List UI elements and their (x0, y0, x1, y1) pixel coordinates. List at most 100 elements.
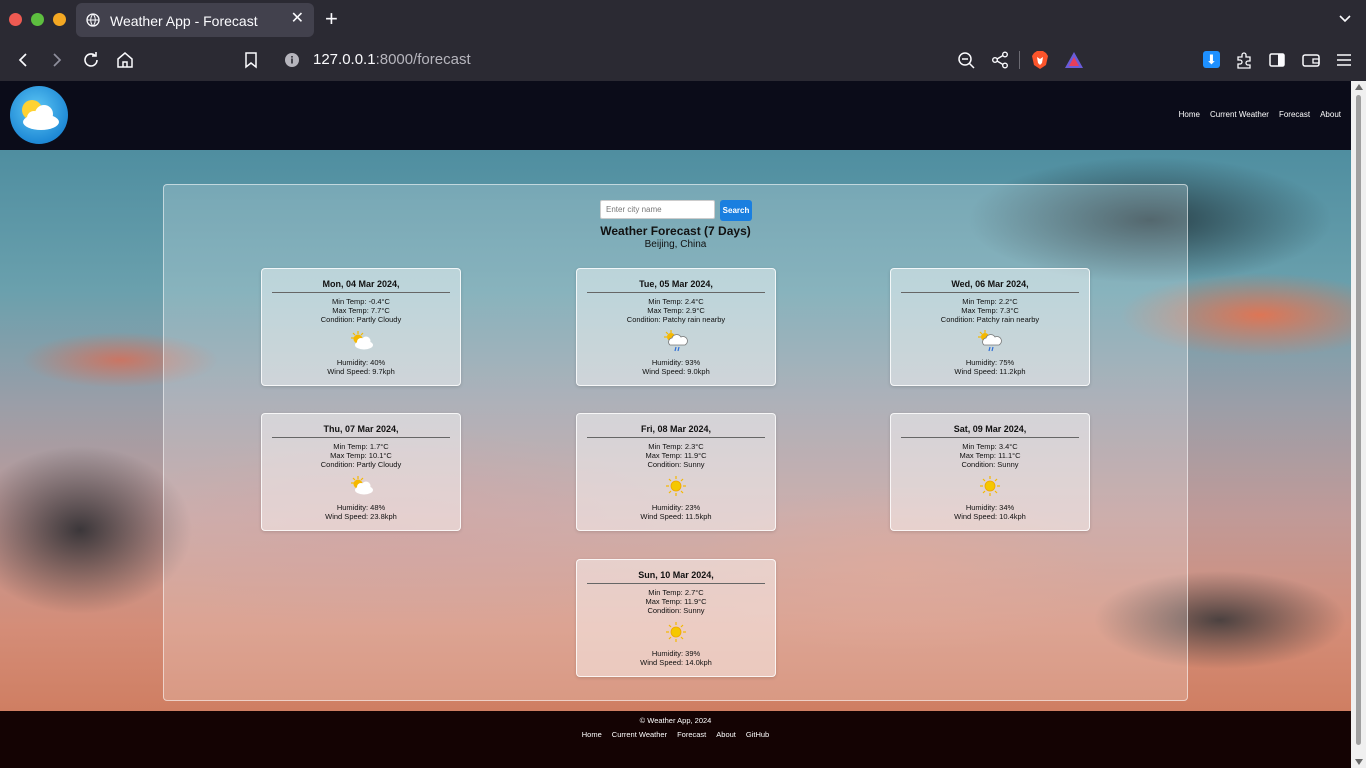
url-path: :8000/forecast (375, 51, 471, 68)
sun-cloud-icon (22, 100, 59, 130)
card-wind-speed: Wind Speed: 14.0kph (640, 658, 712, 667)
card-date: Mon, 04 Mar 2024, (272, 279, 450, 293)
url-host: 127.0.0.1 (313, 51, 376, 68)
partly-cloudy-icon (351, 476, 373, 495)
footer-links: Home Current Weather Forecast About GitH… (0, 730, 1351, 739)
nav-current-weather-link[interactable]: Current Weather (1210, 110, 1269, 119)
toolbar-divider (1019, 51, 1020, 69)
zoom-out-icon[interactable] (956, 50, 976, 70)
menu-icon[interactable] (1334, 50, 1354, 70)
forecast-panel: Search Weather Forecast (7 Days) Beijing… (163, 184, 1188, 701)
footer-github-link[interactable]: GitHub (746, 730, 769, 739)
forecast-card: Fri, 08 Mar 2024, Min Temp: 2.3°C Max Temp… (576, 413, 776, 531)
card-min-temp: Min Temp: 1.7°C (333, 442, 389, 451)
tab-close-icon[interactable]: ✕ (291, 11, 304, 27)
card-date: Fri, 08 Mar 2024, (587, 424, 765, 438)
footer-current-weather-link[interactable]: Current Weather (612, 730, 667, 739)
extensions-icon[interactable] (1234, 50, 1254, 70)
card-max-temp: Max Temp: 7.3°C (961, 306, 1019, 315)
browser-tab-bar: Weather App - Forecast ✕ + (0, 0, 1366, 40)
forecast-location: Beijing, China (644, 239, 707, 250)
card-wind-speed: Wind Speed: 9.0kph (642, 367, 710, 376)
window-close-button[interactable] (9, 13, 22, 26)
download-icon[interactable]: ⬇ (1203, 51, 1220, 68)
card-min-temp: Min Temp: 2.4°C (648, 297, 704, 306)
card-condition: Condition: Sunny (647, 460, 705, 469)
site-footer: © Weather App, 2024 Home Current Weather… (0, 711, 1351, 768)
window-maximize-button[interactable] (31, 13, 44, 26)
new-tab-button[interactable]: + (325, 8, 338, 30)
card-humidity: Humidity: 40% (336, 358, 386, 367)
card-condition: Condition: Patchy rain nearby (940, 315, 1040, 324)
forecast-title: Weather Forecast (7 Days) (600, 224, 751, 238)
wallet-icon[interactable] (1301, 50, 1321, 70)
card-condition: Condition: Partly Cloudy (320, 460, 402, 469)
card-condition: Condition: Partly Cloudy (320, 315, 402, 324)
sky-background: Search Weather Forecast (7 Days) Beijing… (0, 150, 1351, 711)
card-humidity: Humidity: 39% (651, 649, 701, 658)
card-date: Sun, 10 Mar 2024, (587, 570, 765, 584)
card-wind-speed: Wind Speed: 11.2kph (954, 367, 1026, 376)
card-wind-speed: Wind Speed: 9.7kph (327, 367, 395, 376)
footer-home-link[interactable]: Home (582, 730, 602, 739)
back-icon[interactable] (13, 50, 33, 70)
card-wind-speed: Wind Speed: 11.5kph (640, 512, 712, 521)
page-scrollbar[interactable] (1351, 81, 1366, 768)
weather-logo-icon[interactable] (10, 86, 68, 144)
window-minimize-button[interactable] (53, 13, 66, 26)
forecast-card: Wed, 06 Mar 2024, Min Temp: 2.2°C Max Temp… (890, 268, 1090, 386)
card-humidity: Humidity: 34% (965, 503, 1015, 512)
home-icon[interactable] (115, 50, 135, 70)
card-condition: Condition: Sunny (647, 606, 705, 615)
card-condition: Condition: Patchy rain nearby (626, 315, 726, 324)
footer-copyright: © Weather App, 2024 (639, 716, 712, 725)
card-condition: Condition: Sunny (961, 460, 1019, 469)
card-min-temp: Min Temp: 2.3°C (648, 442, 704, 451)
card-humidity: Humidity: 93% (651, 358, 701, 367)
tab-title: Weather App - Forecast (110, 13, 258, 29)
address-bar[interactable]: 127.0.0.1:8000/forecast (313, 51, 471, 68)
share-icon[interactable] (990, 50, 1010, 70)
card-date: Tue, 05 Mar 2024, (587, 279, 765, 293)
card-humidity: Humidity: 75% (965, 358, 1015, 367)
bookmark-icon[interactable] (241, 50, 261, 70)
footer-about-link[interactable]: About (716, 730, 736, 739)
nav-home-link[interactable]: Home (1179, 110, 1200, 119)
scroll-up-arrow[interactable] (1355, 84, 1363, 90)
search-button[interactable]: Search (720, 200, 752, 221)
scroll-thumb[interactable] (1356, 95, 1361, 745)
chevron-down-icon[interactable] (1338, 12, 1352, 26)
brave-rewards-icon[interactable] (1064, 51, 1084, 69)
card-max-temp: Max Temp: 7.7°C (332, 306, 390, 315)
card-date: Thu, 07 Mar 2024, (272, 424, 450, 438)
card-date: Sat, 09 Mar 2024, (901, 424, 1079, 438)
forecast-card: Thu, 07 Mar 2024, Min Temp: 1.7°C Max Temp… (261, 413, 461, 531)
sidebar-icon[interactable] (1267, 50, 1287, 70)
card-min-temp: Min Temp: 2.7°C (648, 588, 704, 597)
forward-icon[interactable] (47, 50, 67, 70)
reload-icon[interactable] (81, 50, 101, 70)
forecast-card: Tue, 05 Mar 2024, Min Temp: 2.4°C Max Temp… (576, 268, 776, 386)
globe-icon (86, 13, 100, 27)
brave-shield-icon[interactable] (1031, 50, 1049, 70)
nav-forecast-link[interactable]: Forecast (1279, 110, 1310, 119)
sunny-icon (666, 622, 686, 642)
card-wind-speed: Wind Speed: 23.8kph (325, 512, 397, 521)
scroll-down-arrow[interactable] (1355, 759, 1363, 765)
card-date: Wed, 06 Mar 2024, (901, 279, 1079, 293)
site-info-icon[interactable] (282, 50, 302, 70)
browser-tab[interactable]: Weather App - Forecast ✕ (76, 3, 314, 37)
card-max-temp: Max Temp: 11.1°C (959, 451, 1021, 460)
card-humidity: Humidity: 23% (651, 503, 701, 512)
footer-forecast-link[interactable]: Forecast (677, 730, 706, 739)
sunny-icon (980, 476, 1000, 496)
nav-about-link[interactable]: About (1320, 110, 1341, 119)
card-wind-speed: Wind Speed: 10.4kph (954, 512, 1026, 521)
partly-cloudy-icon (351, 331, 373, 350)
card-min-temp: Min Temp: 3.4°C (962, 442, 1018, 451)
city-search-input[interactable] (600, 200, 715, 219)
forecast-card: Mon, 04 Mar 2024, Min Temp: -0.4°C Max Tem… (261, 268, 461, 386)
card-max-temp: Max Temp: 10.1°C (330, 451, 392, 460)
card-max-temp: Max Temp: 2.9°C (647, 306, 705, 315)
patchy-rain-icon (664, 330, 688, 352)
